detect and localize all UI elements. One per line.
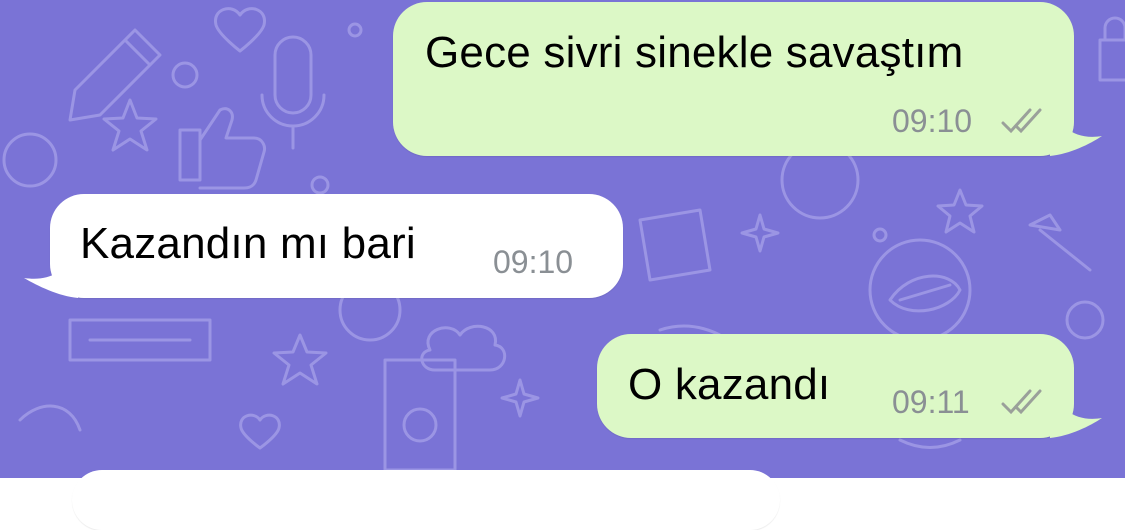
message-timestamp: 09:11	[892, 384, 970, 420]
outgoing-bubble-tail	[1050, 100, 1102, 156]
message-text: O kazandı	[628, 360, 831, 409]
incoming-message-bubble-partial[interactable]	[72, 470, 780, 530]
incoming-bubble-tail	[24, 240, 78, 298]
double-check-icon	[1001, 389, 1042, 415]
message-timestamp: 09:10	[493, 244, 574, 280]
message-timestamp: 09:10	[892, 103, 973, 139]
message-text: Gece sivri sinekle savaştım	[425, 28, 964, 77]
message-text: Kazandın mı bari	[80, 219, 416, 268]
double-check-icon	[1001, 108, 1042, 134]
outgoing-bubble-tail	[1050, 382, 1102, 438]
